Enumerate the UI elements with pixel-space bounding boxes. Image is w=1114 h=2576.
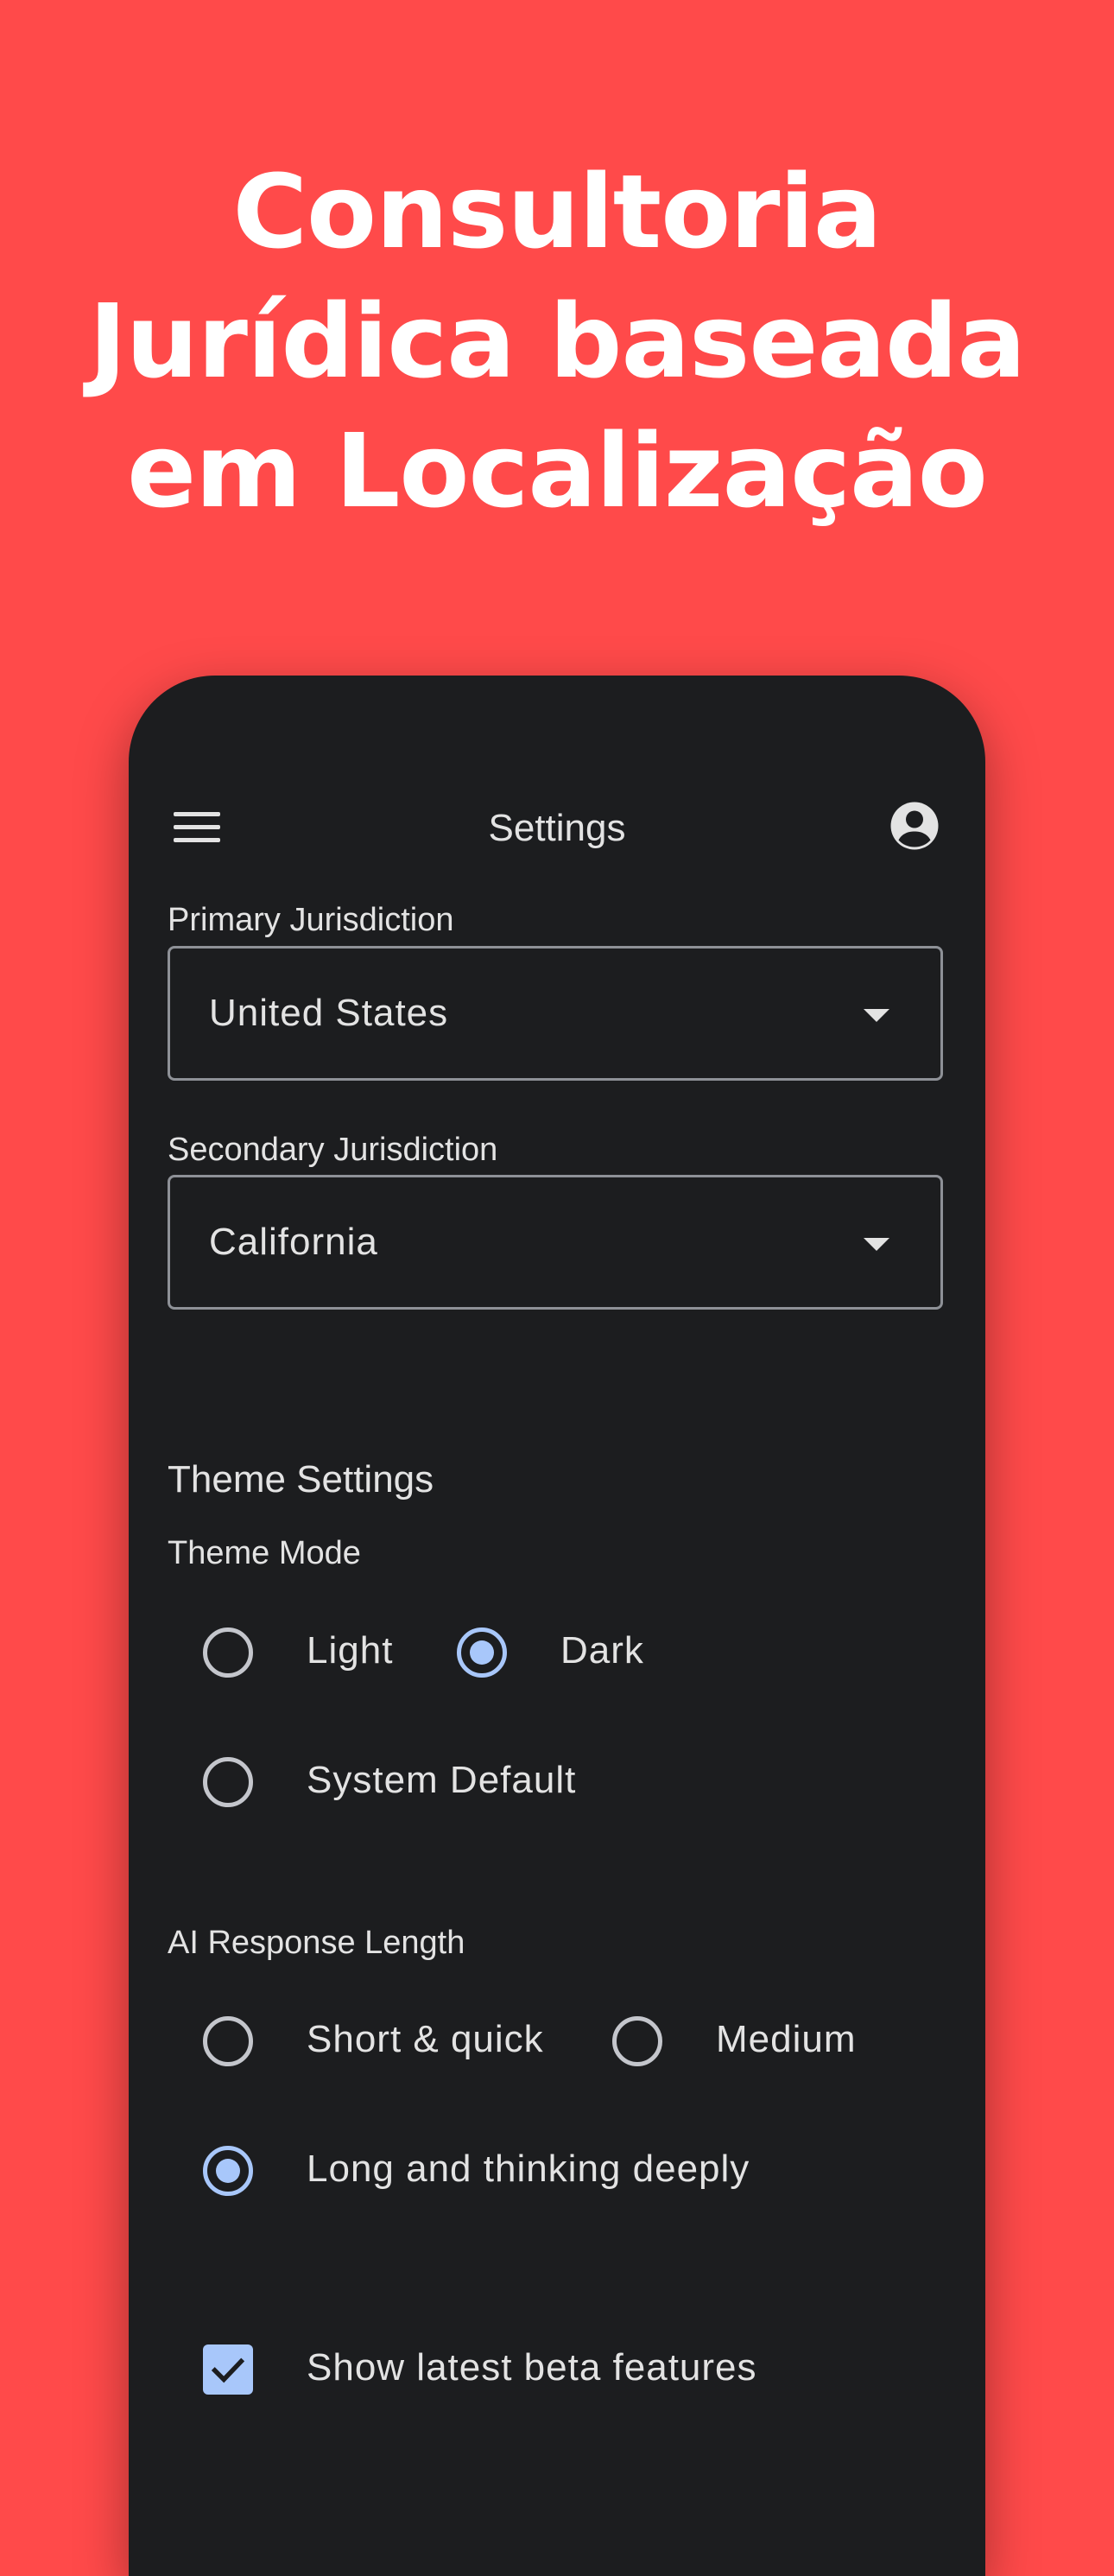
primary-jurisdiction-label: Primary Jurisdiction bbox=[168, 902, 454, 938]
headline-line-2: Jurídica baseada bbox=[88, 282, 1026, 401]
checkbox-checked[interactable] bbox=[203, 2344, 253, 2395]
radio-label: Long and thinking deeply bbox=[307, 2148, 750, 2190]
primary-jurisdiction-dropdown[interactable]: United States bbox=[168, 946, 943, 1081]
radio-label: Short & quick bbox=[307, 2018, 544, 2060]
radio-label: Light bbox=[307, 1629, 394, 1672]
radio-label: System Default bbox=[307, 1759, 577, 1801]
radio-label: Dark bbox=[560, 1629, 644, 1672]
secondary-jurisdiction-dropdown[interactable]: California bbox=[168, 1175, 943, 1310]
check-icon bbox=[211, 2357, 245, 2383]
secondary-jurisdiction-value: California bbox=[209, 1221, 378, 1263]
secondary-jurisdiction-label: Secondary Jurisdiction bbox=[168, 1132, 498, 1168]
chevron-down-icon bbox=[864, 1009, 889, 1022]
theme-settings-heading: Theme Settings bbox=[168, 1458, 434, 1501]
radio-button[interactable] bbox=[203, 1627, 253, 1678]
radio-button-selected[interactable] bbox=[457, 1627, 507, 1678]
radio-button-selected[interactable] bbox=[203, 2146, 253, 2196]
radio-button[interactable] bbox=[203, 1757, 253, 1807]
headline: Consultoria Jurídica baseada em Localiza… bbox=[0, 147, 1114, 536]
page-title: Settings bbox=[488, 807, 626, 849]
headline-line-3: em Localização bbox=[127, 411, 988, 530]
primary-jurisdiction-value: United States bbox=[209, 992, 449, 1034]
headline-line-1: Consultoria bbox=[232, 152, 882, 271]
phone-frame: Settings Primary Jurisdiction United Sta… bbox=[129, 676, 985, 2576]
top-app-bar: Settings bbox=[129, 788, 985, 874]
radio-button[interactable] bbox=[203, 2016, 253, 2066]
checkbox-label: Show latest beta features bbox=[307, 2346, 757, 2389]
theme-mode-label: Theme Mode bbox=[168, 1535, 361, 1571]
radio-label: Medium bbox=[716, 2018, 857, 2060]
chevron-down-icon bbox=[864, 1238, 889, 1251]
radio-button[interactable] bbox=[612, 2016, 662, 2066]
ai-response-length-label: AI Response Length bbox=[168, 1925, 465, 1961]
account-circle-icon[interactable] bbox=[889, 800, 940, 852]
